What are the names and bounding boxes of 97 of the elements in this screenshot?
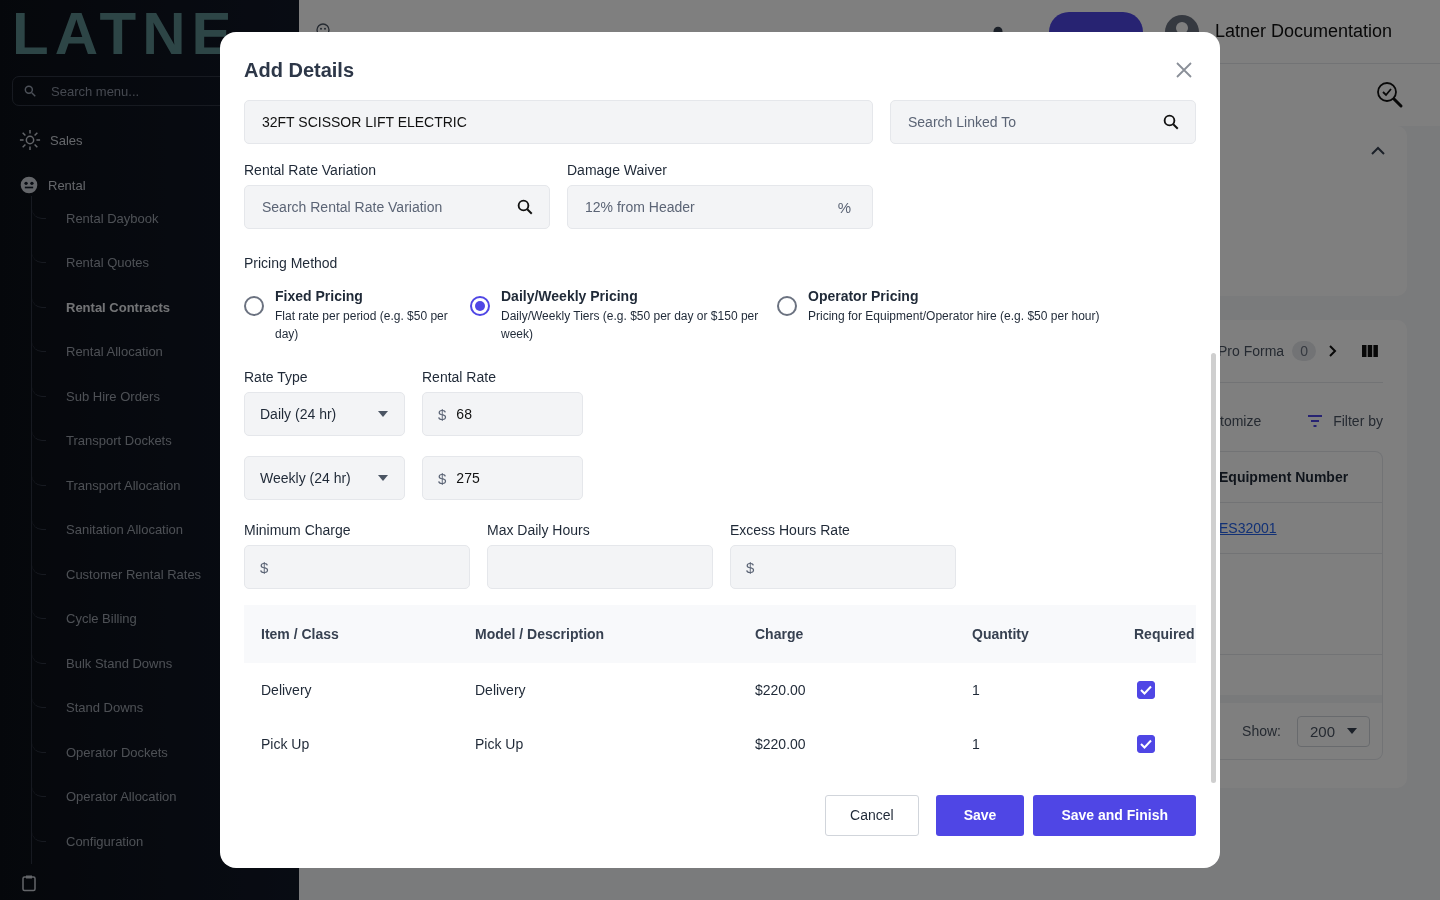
clipboard-icon bbox=[20, 873, 38, 892]
column-header: Model / Description bbox=[458, 605, 738, 663]
sidebar-subitem[interactable]: Rental Quotes bbox=[66, 255, 150, 271]
filter-button[interactable]: Filter by bbox=[1307, 413, 1383, 429]
text-input[interactable]: 68 bbox=[454, 405, 567, 423]
field-label: Minimum Charge bbox=[244, 522, 352, 538]
close-icon[interactable] bbox=[1176, 62, 1192, 78]
table-cell-text: $220.00 bbox=[754, 735, 807, 754]
radio-button[interactable] bbox=[470, 296, 490, 316]
count-badge: 0 bbox=[1292, 341, 1316, 361]
rate-field[interactable]: $ 275 bbox=[422, 456, 583, 500]
table-cell: Delivery bbox=[458, 663, 738, 717]
column-header: Quantity bbox=[955, 605, 1117, 663]
column-header: Item / Class bbox=[244, 605, 458, 663]
sidebar-subitem[interactable]: Transport Allocation bbox=[66, 477, 181, 493]
face-icon bbox=[19, 175, 39, 195]
table-cell: 1 bbox=[955, 663, 1117, 717]
cancel-button[interactable]: Cancel bbox=[825, 794, 919, 836]
caret-icon bbox=[378, 411, 388, 417]
equipment-link[interactable]: ES32001 bbox=[1219, 520, 1277, 536]
input-field[interactable]: 12% from Header % bbox=[567, 185, 873, 229]
field-label: Excess Hours Rate bbox=[730, 522, 851, 538]
sidebar-subitem[interactable]: Cycle Billing bbox=[66, 611, 137, 627]
page-size-select[interactable]: 200 bbox=[1296, 715, 1370, 747]
show-label: Show: bbox=[1242, 723, 1281, 739]
sidebar-subitem[interactable]: Rental Daybook bbox=[66, 210, 159, 226]
caret-icon bbox=[378, 475, 388, 481]
text-input[interactable]: 12% from Header bbox=[583, 198, 830, 216]
input-field[interactable]: $ bbox=[730, 545, 956, 589]
currency-prefix: $ bbox=[260, 558, 269, 576]
radio-button[interactable] bbox=[244, 296, 264, 316]
currency-prefix: $ bbox=[438, 469, 447, 487]
search-icon bbox=[1162, 113, 1180, 131]
sidebar-subitem[interactable]: Stand Downs bbox=[66, 700, 144, 716]
field-label: Max Daily Hours bbox=[487, 522, 591, 538]
chevron-right-icon[interactable] bbox=[1327, 345, 1338, 357]
sidebar-subitem[interactable]: Transport Dockets bbox=[66, 433, 172, 449]
table-cell-text: Pick Up bbox=[474, 735, 525, 754]
sidebar-subitem[interactable]: Rental Contracts bbox=[66, 299, 171, 315]
columns-icon[interactable] bbox=[1361, 345, 1378, 357]
search-icon bbox=[23, 84, 37, 98]
field-label: Damage Waiver bbox=[567, 162, 668, 178]
radio-button[interactable] bbox=[777, 296, 797, 316]
checkbox[interactable] bbox=[1137, 734, 1155, 753]
checkbox[interactable] bbox=[1137, 680, 1155, 699]
option-description: Daily/Weekly Tiers (e.g. $50 per day or $150 per week) bbox=[501, 308, 760, 343]
table-cell: Delivery bbox=[244, 663, 458, 717]
rate-field[interactable]: $ 68 bbox=[422, 392, 583, 436]
field-label: Rental Rate Variation bbox=[244, 162, 378, 178]
sidebar-subitem[interactable]: Sanitation Allocation bbox=[66, 522, 184, 538]
field-label: Rate Type bbox=[244, 369, 309, 385]
sun-icon bbox=[19, 129, 41, 151]
sidebar-subitem[interactable]: Customer Rental Rates bbox=[66, 566, 202, 582]
input-field[interactable] bbox=[487, 545, 713, 589]
option-title: Daily/Weekly Pricing bbox=[501, 288, 639, 304]
equipment-field[interactable]: 32FT SCISSOR LIFT ELECTRIC bbox=[244, 100, 873, 144]
customize-button[interactable]: tomize bbox=[1220, 413, 1262, 429]
search-icon bbox=[516, 198, 534, 216]
save-button[interactable]: Save and Finish bbox=[1033, 794, 1196, 836]
field-label: Rental Rate bbox=[422, 369, 497, 385]
sidebar-subitem[interactable]: Operator Dockets bbox=[66, 744, 168, 760]
option-description: Flat rate per period (e.g. $50 per day) bbox=[275, 308, 449, 343]
input-field[interactable]: $ bbox=[244, 545, 470, 589]
currency-prefix: $ bbox=[746, 558, 755, 576]
sidebar-subitem[interactable]: Configuration bbox=[66, 833, 144, 849]
column-header: Required bbox=[1117, 605, 1196, 663]
currency-prefix: $ bbox=[438, 405, 447, 423]
text-input[interactable]: Search Linked To bbox=[906, 113, 1154, 131]
text-input[interactable]: Search menu... bbox=[49, 82, 253, 100]
sidebar-item[interactable]: Rental bbox=[12, 174, 86, 196]
sidebar-subitem[interactable]: Sub Hire Orders bbox=[66, 388, 160, 404]
section-label: Pricing Method bbox=[244, 255, 339, 271]
save-button[interactable]: Save bbox=[935, 794, 1025, 836]
table-cell: $220.00 bbox=[738, 663, 955, 717]
option-title: Operator Pricing bbox=[808, 288, 920, 304]
column-header: Charge bbox=[738, 605, 955, 663]
filter-icon bbox=[1307, 415, 1324, 427]
chevron-up-icon[interactable] bbox=[1371, 146, 1385, 156]
rate-type-select[interactable]: Daily (24 hr) bbox=[244, 392, 405, 436]
rate-type-select[interactable]: Weekly (24 hr) bbox=[244, 456, 405, 500]
sidebar-subitem[interactable]: Rental Allocation bbox=[66, 344, 163, 360]
sidebar-subitem[interactable]: Operator Allocation bbox=[66, 789, 177, 805]
search-check-icon[interactable] bbox=[1375, 80, 1405, 110]
sidebar-subitem[interactable]: Bulk Stand Downs bbox=[66, 655, 173, 671]
scrollbar[interactable] bbox=[1211, 353, 1216, 783]
option-description: Pricing for Equipment/Operator hire (e.g. $50 per hour) bbox=[808, 308, 1100, 325]
table-cell-text: Pick Up bbox=[260, 735, 311, 754]
percent-suffix: % bbox=[837, 198, 851, 216]
caret-icon bbox=[1347, 728, 1357, 734]
text-input[interactable]: 275 bbox=[454, 469, 567, 487]
sidebar-item[interactable]: Sales bbox=[12, 129, 83, 151]
logo: LATNE bbox=[12, 2, 239, 66]
horizontal-scrollbar[interactable] bbox=[1217, 695, 1382, 703]
text-input[interactable]: 32FT SCISSOR LIFT ELECTRIC bbox=[260, 113, 857, 131]
option-title: Fixed Pricing bbox=[275, 288, 364, 304]
table-cell-text: 1 bbox=[971, 735, 981, 754]
text-input[interactable]: Search Rental Rate Variation bbox=[260, 198, 508, 216]
